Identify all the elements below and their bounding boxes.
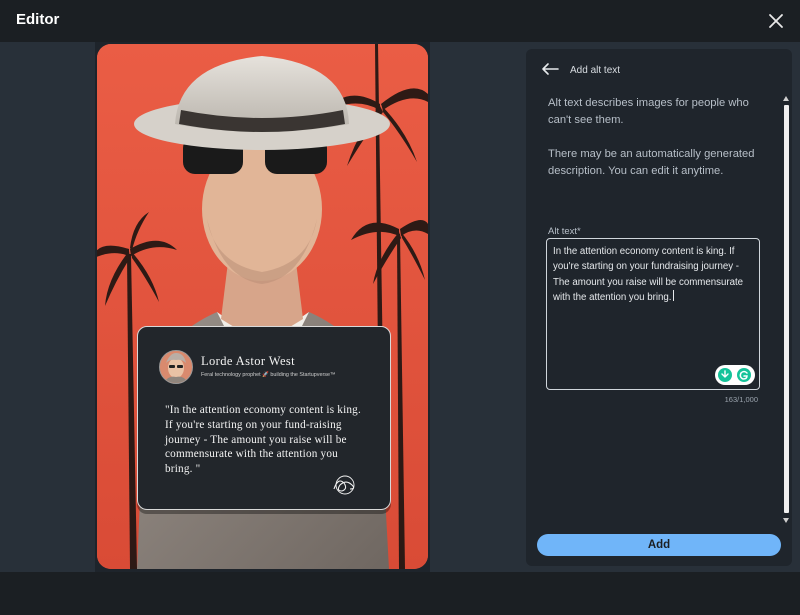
auto-description-note: There may be an automatically generated … [548, 148, 755, 177]
avatar [159, 350, 193, 384]
text-caret [673, 290, 675, 302]
alt-text-panel: Add alt text Alt text describes images f… [526, 49, 792, 566]
alt-text-textarea[interactable]: In the attention economy content is king… [546, 238, 760, 390]
add-button[interactable]: Add [537, 534, 781, 556]
scroll-thumb[interactable] [784, 105, 789, 513]
panel-scroll-area: Alt text describes images for people who… [526, 89, 792, 525]
back-button[interactable] [540, 61, 560, 77]
editor-header: Editor [0, 0, 800, 42]
alt-text-content: In the attention economy content is king… [553, 246, 744, 304]
alt-text-label: Alt text* [548, 226, 581, 237]
quote-text: "In the attention economy content is kin… [165, 404, 361, 476]
panel-header: Add alt text [526, 49, 792, 89]
signature-mark [330, 473, 360, 495]
editor-title: Editor [16, 11, 60, 28]
quote-author-name: Lorde Astor West [201, 354, 296, 368]
avatar-portrait [160, 351, 192, 383]
close-button[interactable] [764, 9, 788, 33]
image-preview: Lorde Astor West Feral technology prophe… [97, 44, 428, 569]
image-stage: Lorde Astor West Feral technology prophe… [95, 42, 430, 572]
quote-card: Lorde Astor West Feral technology prophe… [137, 326, 391, 510]
editor-footer [0, 572, 800, 615]
back-arrow-icon [542, 63, 559, 75]
panel-scrollbar[interactable] [782, 94, 790, 525]
character-counter: 163/1,000 [724, 395, 758, 404]
quote-author-tagline: Feral technology prophet 🚀 building the … [201, 372, 336, 378]
grammarly-icon [718, 368, 751, 382]
panel-title: Add alt text [570, 65, 621, 76]
editor-workspace: Lorde Astor West Feral technology prophe… [0, 42, 800, 572]
alt-text-description: Alt text describes images for people who… [548, 97, 749, 126]
alt-text-value[interactable]: In the attention economy content is king… [553, 244, 753, 306]
grammar-assistant[interactable] [715, 365, 755, 385]
close-icon [769, 14, 783, 28]
